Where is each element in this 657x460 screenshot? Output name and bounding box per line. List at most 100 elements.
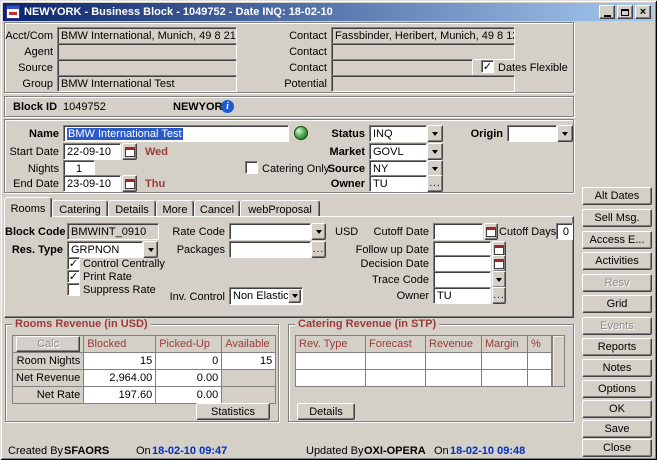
owner-field[interactable]: TU xyxy=(369,175,427,192)
group-label: Group xyxy=(5,78,53,90)
save-button[interactable]: Save xyxy=(582,420,652,438)
inv-control-dropdown-button[interactable] xyxy=(288,289,301,303)
calc-button[interactable]: Calc xyxy=(16,336,80,352)
table-row: Net Rate 197.60 0.00 xyxy=(13,387,276,404)
catering-revenue-table: Rev. Type Forecast Revenue Margin % xyxy=(295,335,552,387)
start-date-calendar-button[interactable] xyxy=(122,143,137,160)
res-type-field[interactable]: GRPNON xyxy=(67,241,143,258)
end-date-calendar-button[interactable] xyxy=(122,175,137,192)
block-code-label: Block Code xyxy=(5,226,63,238)
res-type-dropdown-button[interactable] xyxy=(143,241,158,258)
catering-revenue-group: Catering Revenue (in STP) Rev. Type Fore… xyxy=(288,324,574,422)
panel-owner-field[interactable]: TU xyxy=(433,287,491,304)
contact-label-3: Contact xyxy=(267,62,327,74)
owner-label: Owner xyxy=(315,178,365,190)
cell-net-revenue-picked-up: 0.00 xyxy=(156,370,222,387)
table-row xyxy=(296,370,552,387)
end-date-field[interactable]: 23-09-10 xyxy=(63,175,121,192)
status-dropdown-button[interactable] xyxy=(427,125,443,142)
block-code-field[interactable]: BMWINT_0910 xyxy=(67,223,159,240)
column-header-forecast: Forecast xyxy=(366,336,426,353)
access-exclusion-button[interactable]: Access E... xyxy=(582,231,652,249)
tab-cancel[interactable]: Cancel xyxy=(194,200,240,216)
rooms-revenue-title: Rooms Revenue (in USD) xyxy=(12,318,151,330)
close-button[interactable]: × xyxy=(635,5,651,19)
created-on-label: On xyxy=(136,445,151,457)
resv-button[interactable]: Resv xyxy=(582,274,652,292)
ellipsis-icon: ... xyxy=(493,293,504,298)
updated-by-label: Updated By xyxy=(306,445,363,457)
details-button[interactable]: Details xyxy=(297,403,355,420)
acct-com-field[interactable]: BMW International, Munich, 49 8 215 6 xyxy=(57,27,237,44)
ellipsis-icon: ... xyxy=(313,247,324,252)
contact-field-3[interactable] xyxy=(331,59,473,76)
down-arrow-icon xyxy=(496,278,502,282)
cutoff-days-field[interactable]: 0 xyxy=(556,223,573,240)
down-arrow-icon xyxy=(432,150,438,154)
trace-code-dropdown-button[interactable] xyxy=(492,271,506,288)
catering-only-checkbox[interactable] xyxy=(245,161,258,174)
info-icon[interactable]: i xyxy=(221,100,234,113)
grid-button[interactable]: Grid xyxy=(582,295,652,313)
empty-cell xyxy=(366,353,426,370)
packages-lookup-button[interactable]: ... xyxy=(311,241,326,258)
maximize-button[interactable] xyxy=(617,5,633,19)
cutoff-date-field[interactable] xyxy=(433,223,483,240)
rooms-tab-panel: Block Code BMWINT_0910 Rate Code USD Cut… xyxy=(4,216,574,318)
tab-webproposal[interactable]: webProposal xyxy=(240,200,320,216)
column-header-revenue: Revenue xyxy=(426,336,482,353)
owner-lookup-button[interactable]: ... xyxy=(427,175,443,192)
block-id-value: 1049752 xyxy=(63,101,106,113)
dates-flexible-checkbox[interactable]: ✓ xyxy=(481,60,494,73)
control-centrally-label: Control Centrally xyxy=(83,258,165,270)
contact-label-1: Contact xyxy=(267,30,327,42)
app-icon xyxy=(6,5,20,19)
suppress-rate-checkbox[interactable] xyxy=(67,283,80,296)
events-button[interactable]: Events xyxy=(582,317,652,335)
origin-field[interactable] xyxy=(507,125,557,142)
name-field[interactable]: BMW International Test xyxy=(63,125,289,142)
calendar-icon xyxy=(125,179,135,189)
reports-button[interactable]: Reports xyxy=(582,338,652,356)
panel-owner-lookup-button[interactable]: ... xyxy=(492,287,506,304)
sell-msg-button[interactable]: Sell Msg. xyxy=(582,209,652,227)
contact-field-1[interactable]: Fassbinder, Heribert, Munich, 49 8 125 xyxy=(331,27,515,44)
packages-field[interactable] xyxy=(229,241,311,258)
tab-more[interactable]: More xyxy=(156,200,194,216)
tab-rooms[interactable]: Rooms xyxy=(4,197,52,217)
cutoff-date-calendar-button[interactable] xyxy=(484,223,498,240)
close-window-button[interactable]: Close xyxy=(582,439,652,457)
tab-details[interactable]: Details xyxy=(108,200,156,216)
minimize-button[interactable] xyxy=(599,5,615,19)
potential-field[interactable] xyxy=(331,75,515,92)
tab-catering[interactable]: Catering xyxy=(52,200,108,216)
origin-dropdown-button[interactable] xyxy=(557,125,573,142)
statistics-button[interactable]: Statistics xyxy=(196,403,270,420)
options-button[interactable]: Options xyxy=(582,380,652,398)
activities-button[interactable]: Activities xyxy=(582,252,652,270)
contact-field-2[interactable] xyxy=(331,43,515,60)
start-date-field[interactable]: 22-09-10 xyxy=(63,143,121,160)
catering-table-scrollbar[interactable] xyxy=(552,335,565,387)
source-field[interactable] xyxy=(57,59,237,76)
trace-code-field[interactable] xyxy=(433,271,491,288)
control-centrally-checkbox[interactable]: ✓ xyxy=(67,257,80,270)
column-header-rev-type: Rev. Type xyxy=(296,336,366,353)
globe-icon[interactable] xyxy=(294,126,308,140)
decision-date-calendar-button[interactable] xyxy=(492,255,506,272)
rate-code-dropdown-button[interactable] xyxy=(311,223,326,240)
print-rate-checkbox[interactable]: ✓ xyxy=(67,270,80,283)
ok-button[interactable]: OK xyxy=(582,400,652,418)
group-field[interactable]: BMW International Test xyxy=(57,75,237,92)
rooms-revenue-header-row: Calc Blocked Picked-Up Available xyxy=(13,336,276,353)
agent-field[interactable] xyxy=(57,43,237,60)
notes-button[interactable]: Notes xyxy=(582,359,652,377)
table-row: Net Revenue 2,964.00 0.00 xyxy=(13,370,276,387)
market-field[interactable]: GOVL xyxy=(369,143,427,160)
status-field[interactable]: INQ xyxy=(369,125,427,142)
market-dropdown-button[interactable] xyxy=(427,143,443,160)
alt-dates-button[interactable]: Alt Dates xyxy=(582,187,652,205)
decision-date-field[interactable] xyxy=(433,255,491,272)
rate-code-field[interactable] xyxy=(229,223,311,240)
titlebar: NEWYORK - Business Block - 1049752 - Dat… xyxy=(3,3,654,21)
